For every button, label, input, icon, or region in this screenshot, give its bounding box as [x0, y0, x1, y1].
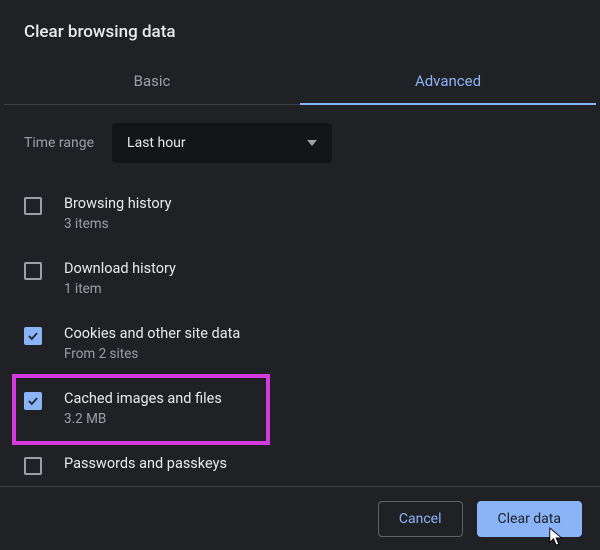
checkmark-icon — [26, 394, 40, 408]
checkbox-passwords[interactable] — [24, 457, 42, 475]
option-text: Passwords and passkeys None — [64, 455, 227, 477]
option-subtitle: None — [64, 476, 227, 477]
clear-data-button[interactable]: Clear data — [477, 501, 582, 537]
option-cache: Cached images and files 3.2 MB — [24, 380, 586, 445]
option-download-history: Download history 1 item — [24, 250, 586, 315]
option-title: Passwords and passkeys — [64, 455, 227, 472]
time-range-value: Last hour — [127, 135, 186, 151]
option-subtitle: 3 items — [64, 216, 172, 232]
time-range-label: Time range — [24, 135, 94, 151]
option-title: Browsing history — [64, 195, 172, 212]
checkbox-cookies[interactable] — [24, 327, 42, 345]
tabs: Basic Advanced — [4, 60, 596, 105]
option-title: Download history — [64, 260, 176, 277]
option-cookies: Cookies and other site data From 2 sites — [24, 315, 586, 380]
checkbox-browsing-history[interactable] — [24, 197, 42, 215]
checkmark-icon — [26, 329, 40, 343]
items-list: Browsing history 3 items Download history 1… — [4, 185, 596, 477]
option-text: Cached images and files 3.2 MB — [64, 390, 222, 427]
option-browsing-history: Browsing history 3 items — [24, 185, 586, 250]
time-range-select[interactable]: Last hour — [112, 123, 332, 163]
option-text: Browsing history 3 items — [64, 195, 172, 232]
chevron-down-icon — [307, 140, 317, 146]
option-text: Cookies and other site data From 2 sites — [64, 325, 240, 362]
option-text: Download history 1 item — [64, 260, 176, 297]
checkbox-download-history[interactable] — [24, 262, 42, 280]
option-title: Cached images and files — [64, 390, 222, 407]
tab-basic[interactable]: Basic — [4, 60, 300, 104]
option-subtitle: 3.2 MB — [64, 411, 222, 427]
option-subtitle: From 2 sites — [64, 346, 240, 362]
option-passwords: Passwords and passkeys None — [24, 445, 586, 477]
option-subtitle: 1 item — [64, 281, 176, 297]
time-range-row: Time range Last hour — [4, 105, 596, 185]
dialog-title: Clear browsing data — [4, 0, 596, 60]
checkbox-cache[interactable] — [24, 392, 42, 410]
dialog-footer: Cancel Clear data — [0, 486, 600, 550]
tab-advanced[interactable]: Advanced — [300, 60, 596, 104]
cancel-button[interactable]: Cancel — [378, 501, 463, 537]
option-title: Cookies and other site data — [64, 325, 240, 342]
